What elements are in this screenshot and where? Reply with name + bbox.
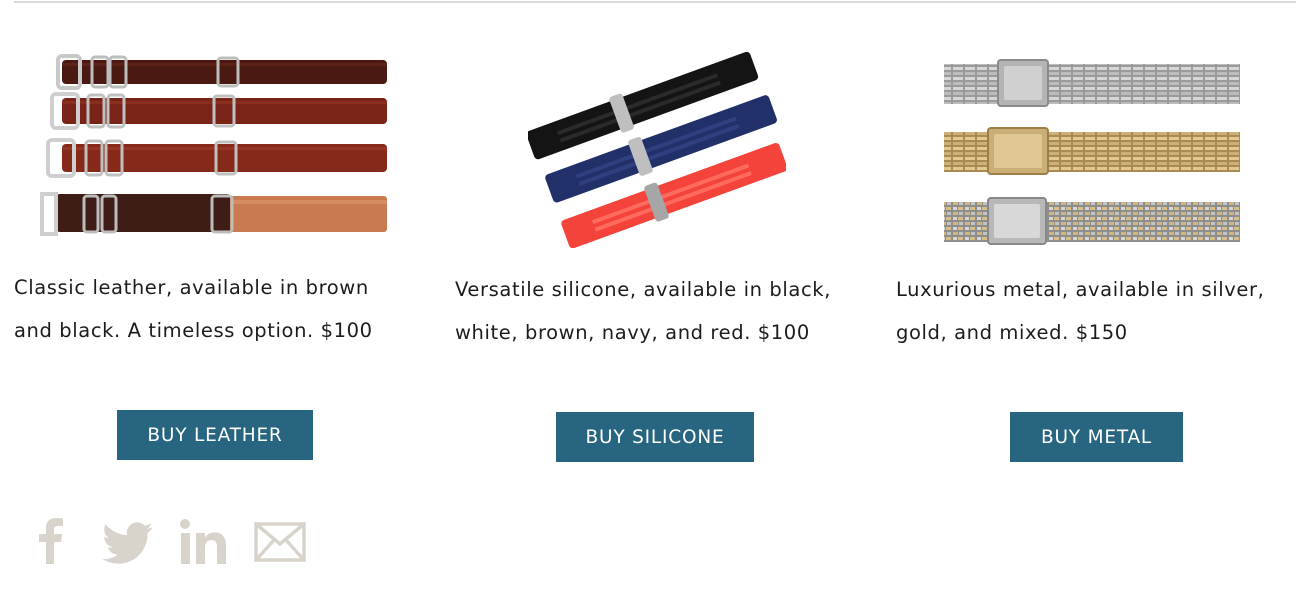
top-divider xyxy=(14,1,1296,3)
silicone-description-line2: white, brown, navy, and red. $100 xyxy=(455,321,810,344)
leather-description-line2: and black. A timeless option. $100 xyxy=(14,319,373,342)
buy-metal-button[interactable]: BUY METAL xyxy=(1010,412,1183,462)
leather-straps-image xyxy=(40,52,390,250)
email-icon[interactable] xyxy=(254,518,306,564)
metal-bracelets-image xyxy=(940,46,1246,248)
twitter-icon[interactable] xyxy=(102,518,152,564)
metal-description-line1: Luxurious metal, available in silver, xyxy=(896,278,1265,301)
leather-description-line1: Classic leather, available in brown xyxy=(14,276,369,299)
silicone-straps-image xyxy=(528,46,786,248)
buy-silicone-button[interactable]: BUY SILICONE xyxy=(556,412,754,462)
silicone-description-line1: Versatile silicone, available in black, xyxy=(455,278,831,301)
linkedin-icon[interactable] xyxy=(180,518,228,564)
product-section: Classic leather, available in brown and … xyxy=(0,0,1300,610)
buy-leather-button[interactable]: BUY LEATHER xyxy=(117,410,313,460)
facebook-icon[interactable] xyxy=(34,518,68,564)
metal-description-line2: gold, and mixed. $150 xyxy=(896,321,1128,344)
silicone-description: Versatile silicone, available in black, … xyxy=(455,268,831,354)
leather-description: Classic leather, available in brown and … xyxy=(14,266,373,352)
metal-description: Luxurious metal, available in silver, go… xyxy=(896,268,1264,354)
